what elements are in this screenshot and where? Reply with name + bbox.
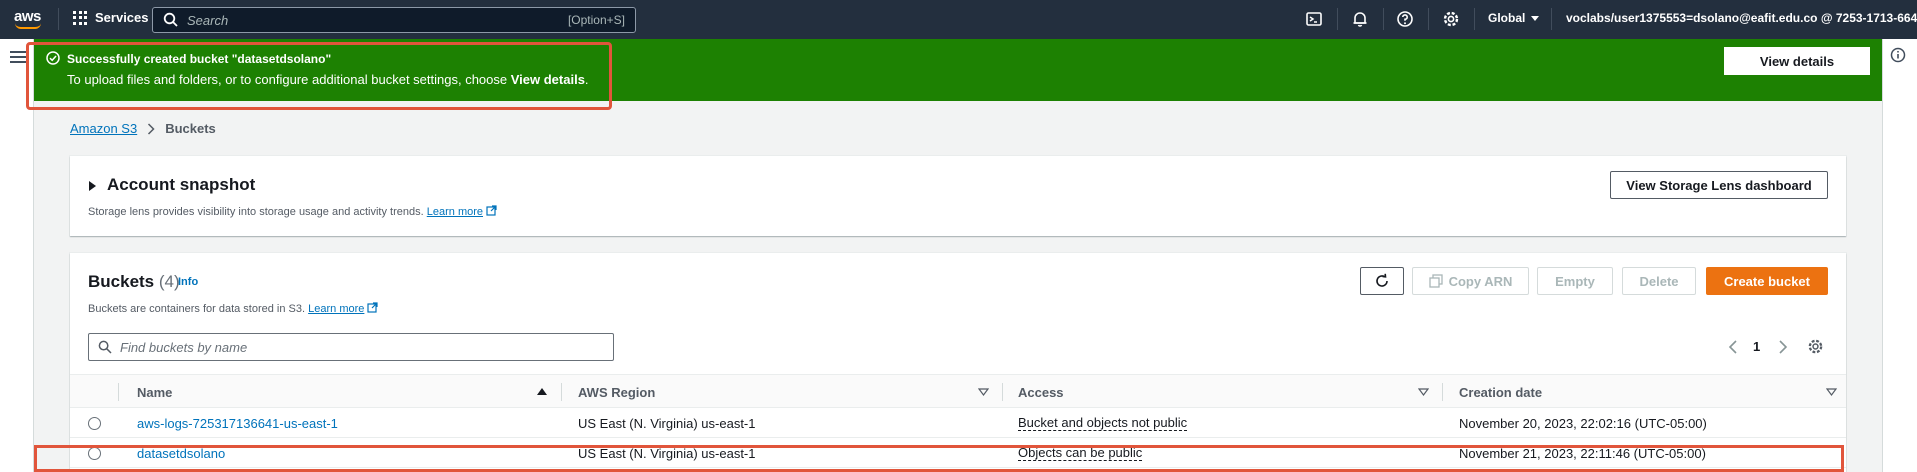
find-buckets-box[interactable] bbox=[88, 333, 614, 361]
view-storage-lens-button[interactable]: View Storage Lens dashboard bbox=[1610, 171, 1828, 199]
account-snapshot-description: Storage lens provides visibility into st… bbox=[88, 205, 497, 218]
bucket-region: US East (N. Virginia) us-east-1 bbox=[578, 416, 756, 431]
info-link[interactable]: Info bbox=[178, 276, 198, 288]
nav-divider bbox=[1474, 8, 1475, 30]
grid-icon bbox=[73, 10, 87, 25]
column-divider bbox=[1002, 383, 1003, 401]
copy-arn-label: Copy ARN bbox=[1448, 273, 1513, 289]
aws-logo[interactable]: aws bbox=[14, 8, 44, 30]
gear-icon[interactable] bbox=[1807, 338, 1824, 355]
sort-icon[interactable] bbox=[1418, 388, 1429, 396]
tools-panel-collapsed bbox=[1882, 39, 1917, 472]
search-icon bbox=[163, 12, 178, 27]
flash-description-emphasis: View details bbox=[510, 72, 585, 87]
buckets-title: Buckets (4) bbox=[88, 272, 180, 291]
chevron-right-icon[interactable] bbox=[1778, 339, 1788, 355]
copy-arn-button[interactable]: Copy ARN bbox=[1412, 267, 1529, 295]
bucket-creation-date: November 20, 2023, 22:02:16 (UTC-05:00) bbox=[1459, 416, 1707, 431]
learn-more-link[interactable]: Learn more bbox=[308, 303, 364, 315]
external-link-icon bbox=[367, 302, 378, 313]
side-navigation-collapsed bbox=[0, 39, 34, 472]
global-search-box[interactable]: [Option+S] bbox=[152, 7, 636, 33]
help-icon[interactable] bbox=[1396, 10, 1414, 28]
nav-divider bbox=[58, 8, 59, 30]
column-divider bbox=[561, 383, 562, 401]
bucket-access[interactable]: Bucket and objects not public bbox=[1018, 416, 1188, 431]
flash-title: Successfully created bucket "datasetdsol… bbox=[67, 52, 332, 66]
account-label: voclabs/user1375553=dsolano@eafit.edu.co… bbox=[1566, 11, 1917, 25]
refresh-icon bbox=[1376, 273, 1388, 287]
global-search-input[interactable] bbox=[179, 12, 568, 28]
region-selector[interactable]: Global bbox=[1488, 11, 1540, 25]
bucket-creation-date: November 21, 2023, 22:11:46 (UTC-05:00) bbox=[1459, 446, 1706, 461]
search-icon bbox=[98, 340, 112, 354]
account-snapshot-title[interactable]: Account snapshot bbox=[107, 175, 255, 195]
account-snapshot-panel: Account snapshot Storage lens provides v… bbox=[70, 156, 1846, 236]
aws-smile-icon bbox=[15, 23, 41, 29]
column-header-access[interactable]: Access bbox=[1018, 375, 1064, 409]
bucket-name-link[interactable]: aws-logs-725317136641-us-east-1 bbox=[137, 416, 338, 431]
hamburger-menu-icon[interactable] bbox=[10, 51, 26, 64]
nav-divider bbox=[1337, 8, 1338, 30]
bucket-name-link[interactable]: datasetdsolano bbox=[137, 446, 225, 461]
current-page-number[interactable]: 1 bbox=[1753, 339, 1760, 354]
close-icon[interactable] bbox=[1852, 51, 1866, 65]
sort-icon[interactable] bbox=[978, 388, 989, 396]
column-header-name[interactable]: Name bbox=[137, 375, 172, 409]
sort-icon[interactable] bbox=[1826, 388, 1837, 396]
table-header: Name AWS Region Access Creation date bbox=[70, 374, 1846, 408]
caret-down-icon bbox=[1531, 16, 1540, 22]
find-buckets-input[interactable] bbox=[112, 339, 613, 355]
column-divider bbox=[1442, 383, 1443, 401]
column-divider bbox=[118, 383, 119, 401]
top-navigation: aws Services [Option+S] Global voclabs/u… bbox=[0, 0, 1917, 39]
learn-more-link[interactable]: Learn more bbox=[427, 206, 483, 218]
success-check-icon bbox=[46, 51, 60, 65]
chevron-right-icon bbox=[148, 122, 155, 135]
services-menu-button[interactable]: Services bbox=[73, 10, 149, 25]
account-menu[interactable]: voclabs/user1375553=dsolano@eafit.edu.co… bbox=[1566, 11, 1917, 25]
column-header-region[interactable]: AWS Region bbox=[578, 375, 655, 409]
region-label: Global bbox=[1488, 11, 1526, 25]
buckets-panel: Buckets (4) Info Buckets are containers … bbox=[70, 253, 1846, 472]
search-shortcut-hint: [Option+S] bbox=[567, 13, 625, 27]
bell-icon[interactable] bbox=[1351, 10, 1369, 28]
buckets-description: Buckets are containers for data stored i… bbox=[88, 302, 378, 315]
success-flash-banner: Successfully created bucket "datasetdsol… bbox=[34, 39, 1882, 101]
nav-divider bbox=[1551, 8, 1552, 30]
expand-caret-icon[interactable] bbox=[89, 181, 96, 191]
copy-icon bbox=[1428, 274, 1443, 288]
row-select-radio[interactable] bbox=[88, 417, 101, 430]
nav-divider bbox=[1428, 8, 1429, 30]
table-row[interactable]: aws-logs-725317136641-us-east-1 US East … bbox=[70, 409, 1846, 438]
nav-divider bbox=[1383, 8, 1384, 30]
chevron-left-icon[interactable] bbox=[1728, 339, 1738, 355]
breadcrumb: Amazon S3 Buckets bbox=[70, 121, 216, 136]
bucket-access[interactable]: Objects can be public bbox=[1018, 446, 1143, 461]
cloudshell-icon[interactable] bbox=[1305, 10, 1323, 28]
view-details-button[interactable]: View details bbox=[1724, 47, 1870, 75]
table-row[interactable]: datasetdsolano US East (N. Virginia) us-… bbox=[70, 439, 1846, 468]
sort-ascending-icon[interactable] bbox=[537, 388, 547, 395]
info-panel-icon[interactable] bbox=[1890, 47, 1906, 63]
empty-button[interactable]: Empty bbox=[1537, 267, 1613, 295]
external-link-icon bbox=[486, 205, 497, 216]
gear-icon[interactable] bbox=[1442, 10, 1460, 28]
create-bucket-button[interactable]: Create bucket bbox=[1706, 267, 1828, 295]
breadcrumb-amazon-s3[interactable]: Amazon S3 bbox=[70, 121, 137, 136]
refresh-button[interactable] bbox=[1360, 267, 1404, 295]
row-select-radio[interactable] bbox=[88, 447, 101, 460]
bucket-region: US East (N. Virginia) us-east-1 bbox=[578, 446, 756, 461]
delete-button[interactable]: Delete bbox=[1622, 267, 1696, 295]
flash-description: To upload files and folders, or to confi… bbox=[67, 72, 589, 87]
services-label: Services bbox=[95, 10, 149, 25]
breadcrumb-buckets: Buckets bbox=[165, 121, 216, 136]
buckets-count: (4) bbox=[158, 272, 180, 291]
column-header-creation-date[interactable]: Creation date bbox=[1459, 375, 1542, 409]
